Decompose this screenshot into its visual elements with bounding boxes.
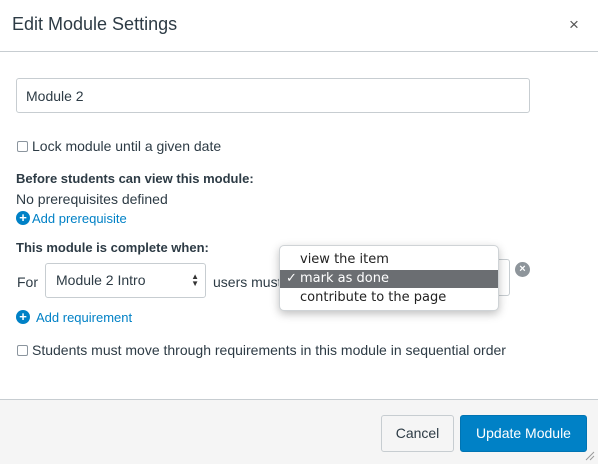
completion-heading: This module is complete when: [16, 240, 209, 255]
option-view-item[interactable]: view the item [280, 251, 498, 269]
update-module-button[interactable]: Update Module [460, 415, 587, 452]
cancel-button[interactable]: Cancel [381, 415, 454, 452]
requirement-item-select[interactable]: Module 2 Intro ▲ ▼ [45, 263, 206, 298]
add-prerequisite-link[interactable]: Add prerequisite [32, 211, 127, 226]
lock-module-label: Lock module until a given date [32, 138, 222, 154]
requirement-item-value: Module 2 Intro [56, 272, 146, 288]
remove-x-circle-icon[interactable]: × [515, 262, 530, 277]
dialog-header: Edit Module Settings × [0, 0, 598, 52]
option-contribute-to-page[interactable]: contribute to the page [280, 289, 498, 307]
option-mark-as-done[interactable]: ✓ mark as done [280, 270, 498, 288]
no-prerequisites-text: No prerequisites defined [16, 191, 168, 207]
add-requirement-link[interactable]: Add requirement [36, 310, 132, 325]
close-icon[interactable]: × [564, 13, 584, 37]
users-must-label: users must [213, 274, 282, 290]
module-name-input[interactable] [16, 78, 530, 113]
edit-module-dialog: Edit Module Settings × Lock module until… [0, 0, 598, 464]
requirement-action-dropdown: view the item ✓ mark as done contribute … [279, 245, 499, 311]
sequential-order-checkbox[interactable] [17, 345, 28, 356]
plus-circle-icon: + [16, 211, 30, 225]
lock-module-checkbox[interactable] [17, 141, 28, 152]
checkmark-icon: ✓ [286, 271, 297, 286]
resize-grip-icon[interactable] [585, 451, 595, 461]
for-label: For [17, 274, 38, 290]
dialog-title: Edit Module Settings [12, 14, 178, 34]
sequential-order-label: Students must move through requirements … [32, 342, 506, 358]
prerequisites-heading: Before students can view this module: [16, 171, 254, 186]
plus-circle-icon: + [16, 310, 30, 324]
select-arrows-icon: ▲ ▼ [191, 272, 199, 288]
